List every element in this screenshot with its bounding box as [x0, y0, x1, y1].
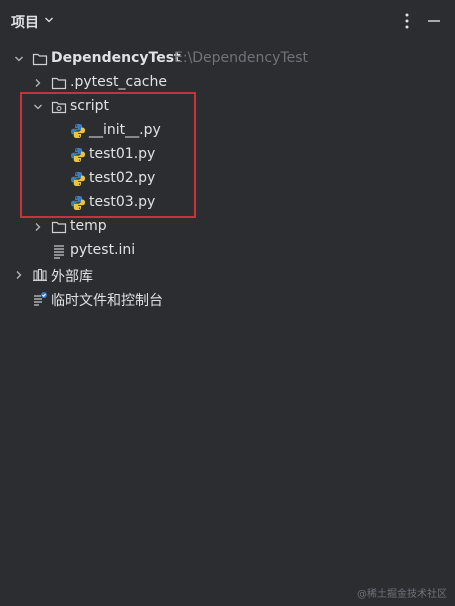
file-label: test02.py: [89, 170, 156, 186]
tree-row-script[interactable]: script: [0, 95, 455, 119]
scratches-icon: [34, 292, 47, 306]
tree-row-scratches-consoles[interactable]: 临时文件和控制台: [0, 287, 455, 311]
root-project-path: E:\DependencyTest: [174, 50, 308, 66]
chevron-down-icon[interactable]: [44, 15, 54, 25]
project-tool-window-header: 项目: [0, 0, 455, 44]
folder-label: script: [70, 98, 110, 114]
root-project-name: DependencyTest: [51, 50, 181, 66]
external-libraries-label: 外部库: [51, 269, 93, 285]
tree-row-test03-py[interactable]: test03.py: [0, 191, 455, 215]
folder-icon: [51, 221, 67, 234]
folder-label: .pytest_cache: [70, 74, 167, 90]
tree-row-root[interactable]: DependencyTest E:\DependencyTest: [0, 47, 455, 71]
package-folder-icon: [51, 101, 67, 114]
tree-row-temp[interactable]: temp: [0, 215, 455, 239]
folder-label: temp: [70, 218, 107, 234]
text-file-icon: [54, 245, 64, 259]
folder-icon: [51, 77, 67, 90]
chevron-down-icon[interactable]: [14, 54, 24, 64]
tree-row-pytest-cache[interactable]: .pytest_cache: [0, 71, 455, 95]
python-file-icon: [71, 196, 85, 210]
file-label: __init__.py: [89, 122, 161, 138]
chevron-right-icon[interactable]: [33, 222, 43, 232]
python-file-icon: [71, 148, 85, 162]
project-tree: DependencyTest E:\DependencyTest .pytest…: [0, 47, 455, 311]
file-label: test03.py: [89, 194, 156, 210]
tree-row-init-py[interactable]: __init__.py: [0, 119, 455, 143]
tree-row-test02-py[interactable]: test02.py: [0, 167, 455, 191]
chevron-down-icon[interactable]: [33, 102, 43, 112]
chevron-right-icon[interactable]: [14, 270, 24, 280]
tree-row-external-libraries[interactable]: 外部库: [0, 263, 455, 287]
tree-row-pytest-ini[interactable]: pytest.ini: [0, 239, 455, 263]
library-icon: [33, 268, 47, 282]
file-label: pytest.ini: [70, 242, 136, 258]
watermark: @稀土掘金技术社区: [357, 589, 447, 600]
folder-icon: [32, 53, 48, 66]
chevron-right-icon[interactable]: [33, 78, 43, 88]
file-label: test01.py: [89, 146, 156, 162]
more-options-icon[interactable]: [400, 12, 414, 30]
tree-row-test01-py[interactable]: test01.py: [0, 143, 455, 167]
python-file-icon: [71, 124, 85, 138]
minimize-icon[interactable]: [426, 14, 442, 28]
python-file-icon: [71, 172, 85, 186]
project-view-title[interactable]: 项目: [11, 12, 39, 32]
scratches-consoles-label: 临时文件和控制台: [51, 293, 163, 309]
